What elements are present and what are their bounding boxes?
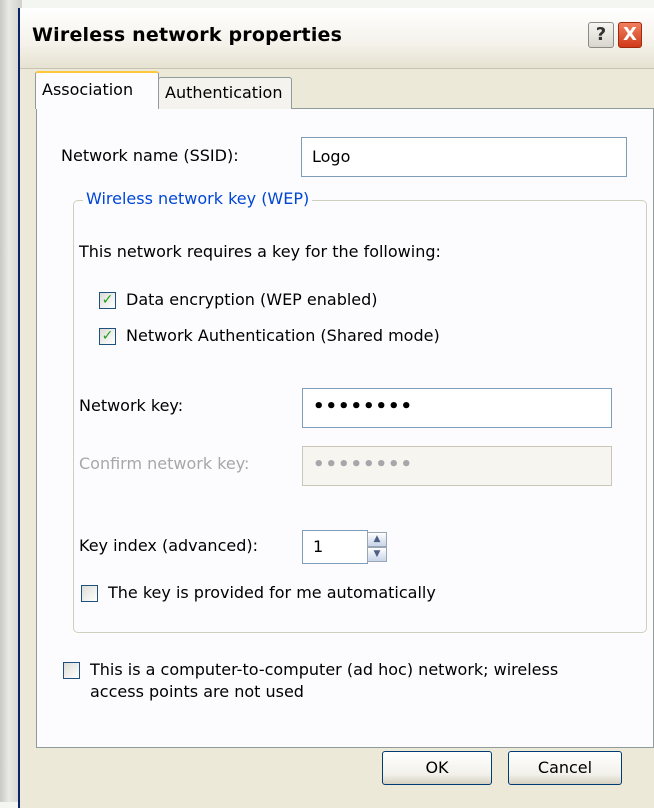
spin-down-icon[interactable]: ▼ xyxy=(367,547,387,562)
network-auth-checkbox[interactable]: ✓ xyxy=(99,328,116,345)
adhoc-label-line1[interactable]: This is a computer-to-computer (ad hoc) … xyxy=(90,660,558,679)
adhoc-label-line2[interactable]: access points are not used xyxy=(90,682,304,701)
data-encryption-checkbox[interactable]: ✓ xyxy=(99,292,116,309)
spin-up-icon[interactable]: ▲ xyxy=(367,532,387,547)
cancel-button[interactable]: Cancel xyxy=(508,751,622,785)
network-auth-label[interactable]: Network Authentication (Shared mode) xyxy=(126,326,440,345)
wep-legend: Wireless network key (WEP) xyxy=(83,189,313,208)
tab-panel-association: Network name (SSID): Logo Wireless netwo… xyxy=(36,108,654,748)
network-key-label: Network key: xyxy=(79,396,184,415)
data-encryption-label[interactable]: Data encryption (WEP enabled) xyxy=(126,290,378,309)
ssid-input[interactable]: Logo xyxy=(301,137,627,177)
title-bar[interactable]: Wireless network properties ? X xyxy=(20,8,654,69)
auto-key-checkbox[interactable] xyxy=(81,585,98,602)
key-index-label: Key index (advanced): xyxy=(79,536,258,555)
adhoc-checkbox[interactable] xyxy=(63,662,80,679)
dialog-window: Wireless network properties ? X Associat… xyxy=(18,8,654,808)
auto-key-label[interactable]: The key is provided for me automatically xyxy=(108,583,436,602)
window-title: Wireless network properties xyxy=(32,24,343,46)
requires-key-text: This network requires a key for the foll… xyxy=(79,242,441,261)
ssid-label: Network name (SSID): xyxy=(61,146,239,165)
key-index-spinner[interactable]: ▲ ▼ xyxy=(367,532,387,562)
confirm-key-input[interactable]: •••••••• xyxy=(302,446,612,486)
confirm-key-label: Confirm network key: xyxy=(79,454,250,473)
close-button[interactable]: X xyxy=(618,22,642,48)
key-index-input[interactable]: 1 xyxy=(302,530,368,564)
network-key-input[interactable]: •••••••• xyxy=(302,388,612,428)
tab-association[interactable]: Association xyxy=(35,71,159,109)
tab-authentication[interactable]: Authentication xyxy=(158,77,292,109)
help-button[interactable]: ? xyxy=(588,22,614,48)
ok-button[interactable]: OK xyxy=(382,751,492,785)
